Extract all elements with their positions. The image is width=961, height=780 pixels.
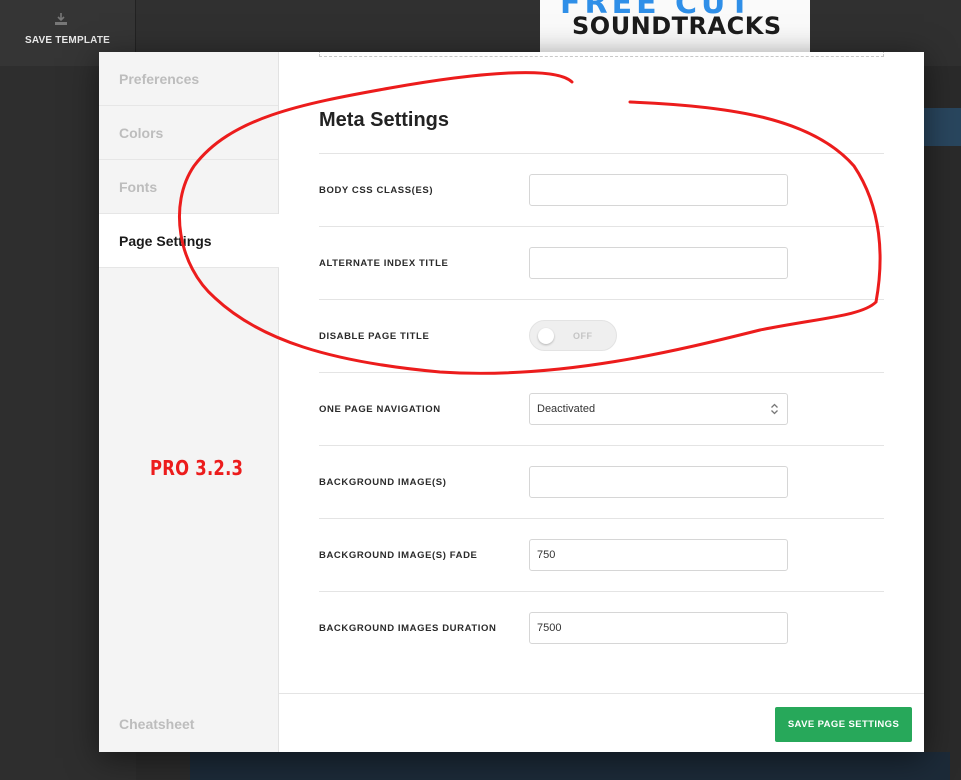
app-right-column <box>924 66 961 780</box>
save-template-label: SAVE TEMPLATE <box>24 35 110 46</box>
toggle-knob <box>538 328 554 344</box>
setting-row-disable-title: DISABLE PAGE TITLE OFF <box>319 300 884 373</box>
bg-duration-input[interactable] <box>529 612 788 644</box>
sidebar-item-cheatsheet[interactable]: Cheatsheet <box>119 716 194 732</box>
sidebar-item-page-settings[interactable]: Page Settings <box>99 214 279 268</box>
save-page-settings-button[interactable]: SAVE PAGE SETTINGS <box>775 707 912 742</box>
select-value: Deactivated <box>537 403 596 415</box>
site-logo: FREE CUT SOUNDTRACKS <box>560 0 790 50</box>
settings-modal: Preferences Colors Fonts Page Settings P… <box>99 52 924 752</box>
setting-row-bg-fade: BACKGROUND IMAGE(S) FADE <box>319 519 884 592</box>
setting-row-bg-images: BACKGROUND IMAGE(S) <box>319 446 884 519</box>
field-label: BACKGROUND IMAGES DURATION <box>319 623 497 634</box>
app-right-band <box>924 108 961 146</box>
sidebar-item-colors[interactable]: Colors <box>99 106 278 160</box>
setting-row-one-page-nav: ONE PAGE NAVIGATION Deactivated <box>319 373 884 446</box>
setting-row-alternate-title: ALTERNATE INDEX TITLE <box>319 227 884 300</box>
field-label: ONE PAGE NAVIGATION <box>319 404 441 415</box>
toggle-state-label: OFF <box>573 331 593 341</box>
sidebar-item-fonts[interactable]: Fonts <box>99 160 278 214</box>
logo-text: SOUNDTRACKS <box>572 12 782 40</box>
sidebar-item-preferences[interactable]: Preferences <box>99 52 278 106</box>
setting-row-bg-duration: BACKGROUND IMAGES DURATION <box>319 592 884 665</box>
sidebar-item-label: Colors <box>119 124 164 141</box>
page-settings-panel: Meta Settings BODY CSS CLASS(ES) ALTERNA… <box>279 52 924 692</box>
select-arrows-icon <box>771 403 778 415</box>
bg-fade-input[interactable] <box>529 539 788 571</box>
section-title: Meta Settings <box>319 109 450 131</box>
field-label: ALTERNATE INDEX TITLE <box>319 258 449 269</box>
field-label: BODY CSS CLASS(ES) <box>319 185 434 196</box>
download-icon <box>55 13 67 25</box>
field-label: DISABLE PAGE TITLE <box>319 331 430 342</box>
modal-sidebar: Preferences Colors Fonts Page Settings P… <box>99 52 279 752</box>
disable-title-toggle[interactable]: OFF <box>529 320 617 351</box>
modal-footer: SAVE PAGE SETTINGS <box>279 693 924 752</box>
setting-row-body-css: BODY CSS CLASS(ES) <box>319 154 884 227</box>
alternate-title-input[interactable] <box>529 247 788 279</box>
field-label: BACKGROUND IMAGE(S) <box>319 477 447 488</box>
dashed-divider <box>319 52 884 57</box>
sidebar-item-label: Page Settings <box>119 232 212 249</box>
version-annotation: PRO 3.2.3 <box>150 456 244 480</box>
field-label: BACKGROUND IMAGE(S) FADE <box>319 550 478 561</box>
app-bottom-band <box>190 752 950 780</box>
sidebar-item-label: Preferences <box>119 70 200 87</box>
sidebar-item-label: Fonts <box>119 178 158 195</box>
body-css-input[interactable] <box>529 174 788 206</box>
bg-images-input[interactable] <box>529 466 788 498</box>
one-page-nav-select[interactable]: Deactivated <box>529 393 788 425</box>
